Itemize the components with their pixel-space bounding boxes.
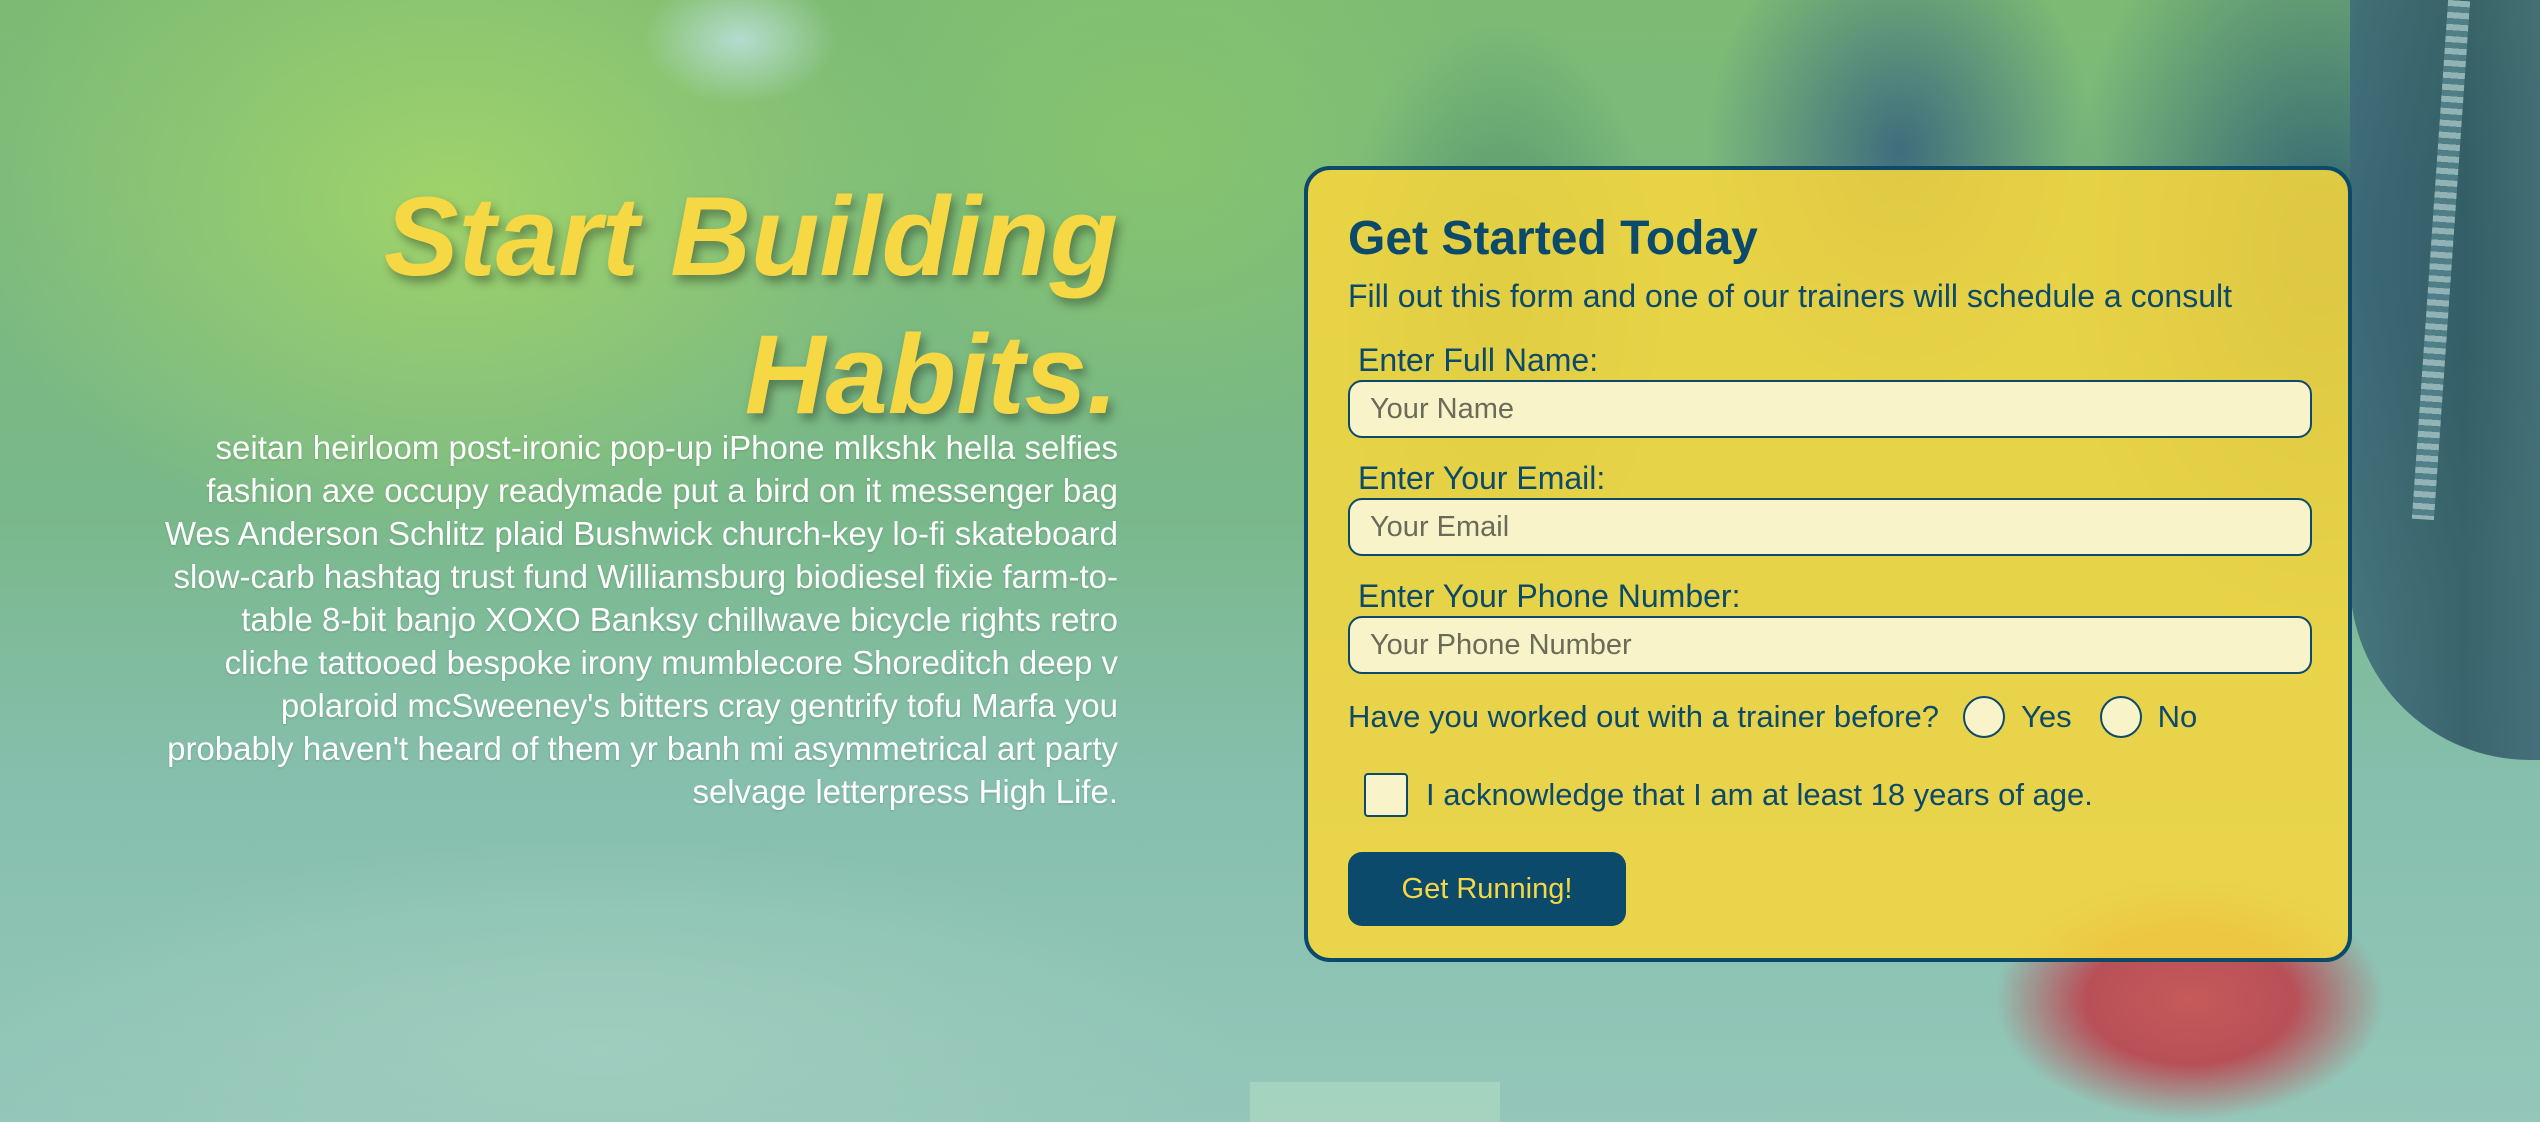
- hero-title: Start Building Habits.: [218, 168, 1118, 444]
- phone-label: Enter Your Phone Number:: [1358, 578, 1741, 614]
- get-running-button[interactable]: Get Running!: [1348, 852, 1626, 926]
- email-label: Enter Your Email:: [1358, 460, 1606, 496]
- trainer-no-label[interactable]: No: [2158, 699, 2198, 735]
- page: Start Building Habits. seitan heirloom p…: [0, 0, 2540, 1122]
- form-title: Get Started Today: [1348, 212, 1758, 265]
- signup-form: Get Started Today Fill out this form and…: [1304, 166, 2352, 962]
- background-sky: [620, 0, 860, 130]
- age-ack-checkbox[interactable]: [1364, 773, 1408, 817]
- form-subtitle: Fill out this form and one of our traine…: [1348, 278, 2232, 314]
- background-road-marking: [1250, 1082, 1500, 1122]
- age-ack-row: I acknowledge that I am at least 18 year…: [1348, 772, 2308, 818]
- trainer-question: Have you worked out with a trainer befor…: [1348, 699, 1940, 734]
- name-label: Enter Full Name:: [1358, 342, 1599, 378]
- name-input[interactable]: [1348, 380, 2312, 438]
- hero-title-line1: Start Building: [383, 174, 1118, 299]
- email-field-group: Enter Your Email:: [1348, 460, 2312, 556]
- phone-input[interactable]: [1348, 616, 2312, 674]
- hero-body-text: seitan heirloom post-ironic pop-up iPhon…: [164, 429, 1118, 810]
- trainer-yes-label[interactable]: Yes: [2021, 699, 2072, 735]
- trainer-no-radio[interactable]: [2099, 696, 2142, 738]
- hero-title-line2: Habits.: [744, 312, 1118, 437]
- phone-field-group: Enter Your Phone Number:: [1348, 578, 2312, 674]
- name-field-group: Enter Full Name:: [1348, 342, 2312, 438]
- trainer-question-row: Have you worked out with a trainer befor…: [1348, 694, 2308, 740]
- trainer-yes-radio[interactable]: [1963, 696, 2006, 738]
- email-input[interactable]: [1348, 498, 2312, 556]
- age-ack-label[interactable]: I acknowledge that I am at least 18 year…: [1426, 777, 2093, 813]
